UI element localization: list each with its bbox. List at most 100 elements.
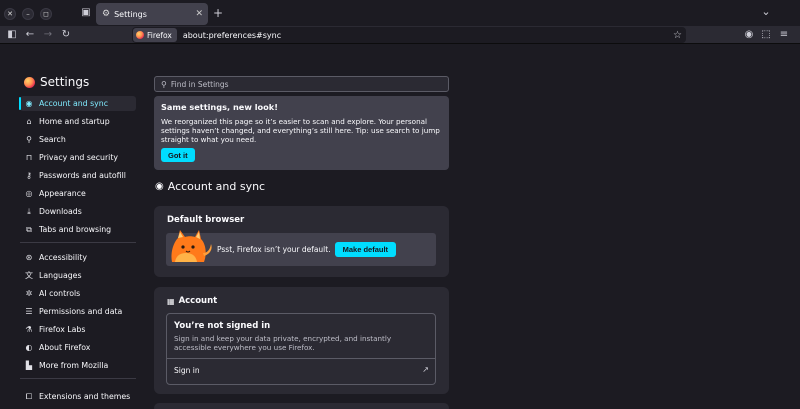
- settings-sidebar: Settings ◉ Account and sync ⌂ Home and s…: [0, 44, 150, 409]
- default-browser-box: Psst, Firefox isn’t your default. Make d…: [166, 229, 436, 266]
- back-arrow-icon[interactable]: ←: [22, 27, 38, 43]
- home-icon: ⌂: [26, 117, 32, 126]
- sign-in-box: You’re not signed in Sign in and keep yo…: [166, 313, 436, 385]
- section-title-text: Account and sync: [167, 180, 266, 193]
- reload-icon[interactable]: ↻: [58, 27, 74, 43]
- new-tab-button[interactable]: +: [210, 6, 226, 22]
- search-input[interactable]: ⚲ Find in Settings: [154, 76, 449, 92]
- sidebar-item-privacy-and-security[interactable]: ⊓ Privacy and security: [20, 150, 136, 165]
- sidebar-item-label: About Firefox: [39, 343, 91, 352]
- identity-box[interactable]: Firefox: [133, 28, 177, 42]
- navigation-toolbar: ◧ ← → ↻ Firefox about:preferences#sync ☆…: [0, 26, 800, 44]
- list-all-tabs-button[interactable]: ⌄: [758, 5, 774, 21]
- flask-icon: ⚗: [25, 325, 33, 334]
- tab-strip: ✕ – ◻ ▣ ⚙ Settings ✕ + ⌄: [0, 0, 800, 28]
- firefox-mascot-icon: [166, 228, 216, 266]
- sidebar-item-downloads[interactable]: ⤓ Downloads: [20, 204, 136, 219]
- firefox-logo-icon: [24, 76, 35, 88]
- account-icon: ◉: [25, 99, 33, 108]
- firefox-icon: ◐: [25, 343, 33, 352]
- permissions-icon: ☰: [25, 307, 33, 316]
- sidebar-item-search[interactable]: ⚲ Search: [20, 132, 136, 147]
- sidebar-item-label: Search: [39, 135, 66, 144]
- url-text[interactable]: about:preferences#sync: [183, 31, 673, 40]
- sidebar-separator: [20, 242, 136, 243]
- search-icon: ⚲: [161, 79, 167, 89]
- identity-label: Firefox: [147, 30, 172, 40]
- sidebar-item-label: Home and startup: [39, 117, 110, 126]
- not-signed-in-heading: You’re not signed in: [174, 321, 271, 331]
- lock-icon: ⊓: [25, 153, 33, 162]
- account-icon[interactable]: ◉: [741, 27, 757, 43]
- firefox-view-icon[interactable]: ▣: [78, 6, 94, 22]
- tab-title: Settings: [114, 9, 147, 19]
- search-placeholder: Find in Settings: [170, 79, 229, 89]
- sidebar-separator: [20, 378, 136, 379]
- sidebar-item-account-and-sync[interactable]: ◉ Account and sync: [19, 96, 136, 111]
- sidebar-item-home-and-startup[interactable]: ⌂ Home and startup: [20, 114, 136, 129]
- sidebar-item-more-from-mozilla[interactable]: ▙ More from Mozilla: [20, 358, 136, 373]
- tab-close-icon[interactable]: ✕: [195, 9, 203, 19]
- sidebar-toggle-icon[interactable]: ◧: [4, 27, 20, 43]
- sidebar-item-label: Languages: [39, 271, 82, 280]
- sidebar-item-tabs-and-browsing[interactable]: ⧉ Tabs and browsing: [20, 222, 136, 237]
- next-card: [154, 403, 449, 409]
- sign-in-link[interactable]: Sign in: [174, 366, 200, 375]
- sidebar-item-label: AI controls: [39, 289, 81, 298]
- make-default-button[interactable]: Make default: [334, 242, 397, 257]
- sidebar-item-label: Accessibility: [39, 253, 87, 262]
- page-title: ◉ Account and sync: [155, 180, 265, 193]
- account-title-text: Account: [178, 296, 218, 306]
- accessibility-icon: ⊛: [25, 253, 33, 262]
- sidebar-item-label: Downloads: [39, 207, 82, 216]
- account-icon: ◉: [155, 181, 164, 192]
- tab-settings[interactable]: ⚙ Settings ✕: [96, 3, 208, 25]
- got-it-button[interactable]: Got it: [161, 148, 195, 162]
- sidebar-item-languages[interactable]: 文 Languages: [20, 268, 136, 283]
- window-maximize-button[interactable]: ◻: [40, 8, 52, 20]
- download-icon: ⤓: [27, 206, 31, 216]
- sidebar-item-accessibility[interactable]: ⊛ Accessibility: [20, 250, 136, 265]
- language-icon: 文: [25, 271, 33, 280]
- sidebar-item-label: Privacy and security: [39, 153, 118, 162]
- settings-brand: Settings: [24, 75, 89, 89]
- new-look-notice: Same settings, new look! We reorganized …: [154, 96, 449, 170]
- sidebar-item-ai-controls[interactable]: ✲ AI controls: [20, 286, 136, 301]
- sidebar-item-label: Tabs and browsing: [39, 225, 112, 234]
- tabs-icon: ⧉: [26, 224, 32, 234]
- extensions-puzzle-icon[interactable]: ⬚: [758, 27, 774, 43]
- sidebar-item-label: Permissions and data: [39, 307, 123, 316]
- window-minimize-button[interactable]: –: [22, 8, 34, 20]
- sidebar-item-extensions-and-themes[interactable]: ⧠ Extensions and themes: [20, 389, 136, 404]
- account-card: ▦ Account You’re not signed in Sign in a…: [154, 287, 449, 394]
- sign-in-description: Sign in and keep your data private, encr…: [174, 334, 392, 353]
- sidebar-title: Settings: [40, 75, 90, 89]
- search-icon: ⚲: [26, 135, 32, 144]
- sidebar-item-passwords-and-autofill[interactable]: ⚷ Passwords and autofill: [20, 168, 136, 183]
- default-browser-message: Psst, Firefox isn’t your default.: [217, 245, 331, 254]
- notice-body: We reorganized this page so it’s easier …: [161, 117, 440, 145]
- window-close-button[interactable]: ✕: [4, 8, 16, 20]
- account-card-title: ▦ Account: [167, 296, 217, 306]
- sidebar-item-label: Account and sync: [39, 99, 109, 108]
- sparkle-icon: ✲: [25, 289, 33, 298]
- hamburger-menu-icon[interactable]: ≡: [776, 27, 792, 43]
- bookmark-star-icon[interactable]: ☆: [673, 30, 682, 41]
- sidebar-item-label: Appearance: [39, 189, 86, 198]
- default-browser-card: Default browser Psst, Firefox isn’t your…: [154, 206, 449, 277]
- sidebar-item-label: Firefox Labs: [39, 325, 86, 334]
- default-browser-title: Default browser: [167, 215, 245, 225]
- sidebar-item-label: Extensions and themes: [39, 392, 131, 401]
- account-card-icon: ▦: [167, 296, 175, 306]
- forward-arrow-icon[interactable]: →: [40, 27, 56, 43]
- sidebar-item-label: Passwords and autofill: [39, 171, 126, 180]
- sidebar-item-firefox-labs[interactable]: ⚗ Firefox Labs: [20, 322, 136, 337]
- url-bar[interactable]: Firefox about:preferences#sync ☆: [132, 27, 686, 43]
- sidebar-item-permissions-and-data[interactable]: ☰ Permissions and data: [20, 304, 136, 319]
- sidebar-item-appearance[interactable]: ◎ Appearance: [20, 186, 136, 201]
- sign-in-divider: [167, 358, 435, 359]
- puzzle-icon: ⧠: [25, 391, 33, 401]
- sidebar-item-about-firefox[interactable]: ◐ About Firefox: [20, 340, 136, 355]
- mozilla-icon: ▙: [25, 361, 33, 370]
- external-link-icon[interactable]: ↗: [422, 365, 429, 374]
